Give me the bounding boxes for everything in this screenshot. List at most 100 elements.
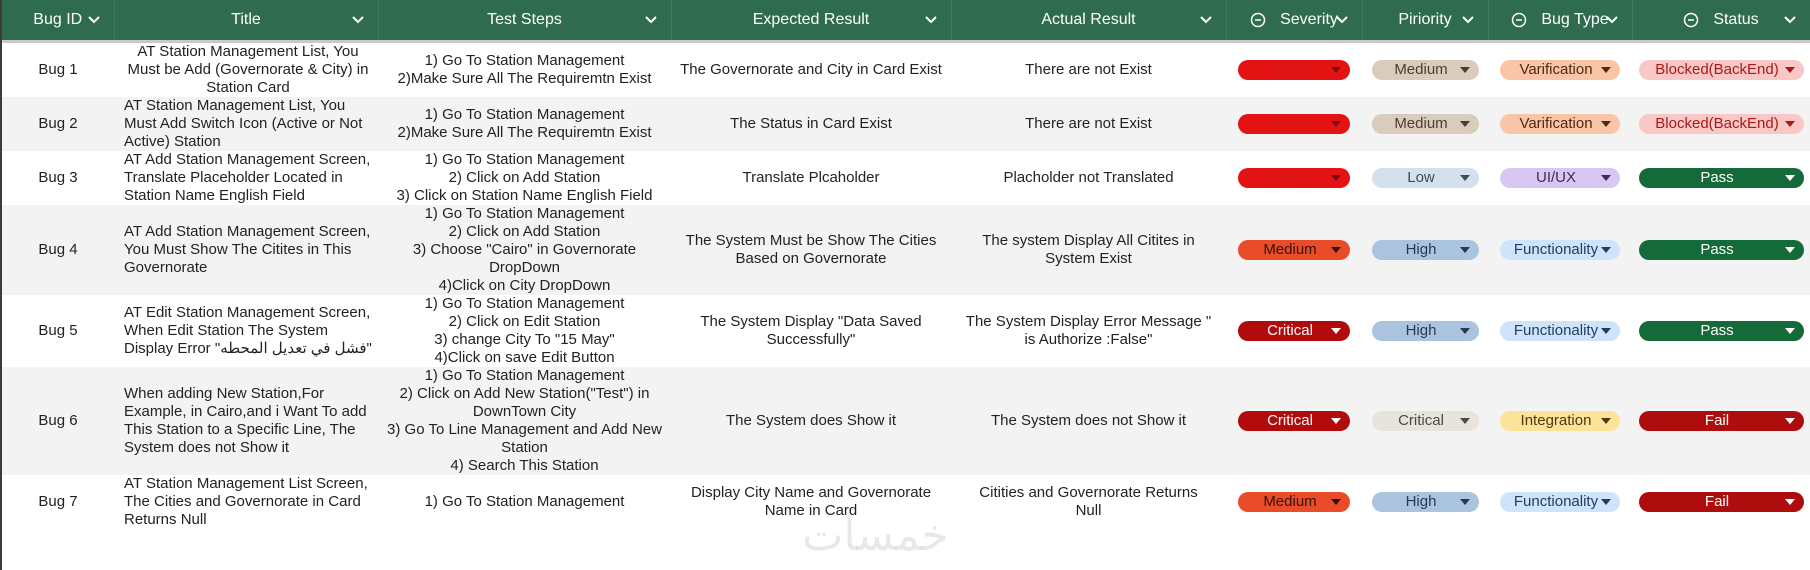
chevron-down-icon[interactable] bbox=[1460, 12, 1476, 28]
column-header-expected[interactable]: Expected Result bbox=[671, 0, 952, 42]
expected-result-cell[interactable]: The Status in Card Exist bbox=[671, 97, 951, 151]
column-header-bug-type[interactable]: Bug Type bbox=[1488, 0, 1633, 42]
actual-result-cell[interactable]: There are not Exist bbox=[951, 42, 1226, 98]
column-header-priority[interactable]: Piriority bbox=[1362, 0, 1489, 42]
status-dropdown[interactable]: Blocked(BackEnd) bbox=[1638, 114, 1804, 134]
status-dropdown[interactable]: Fail bbox=[1638, 411, 1804, 431]
actual-result-line: The System does not Show it bbox=[990, 412, 1187, 429]
expected-result-cell[interactable]: The System does Show it bbox=[671, 367, 951, 475]
severity-dropdown-label: Low bbox=[1276, 169, 1304, 186]
priority-cell: High bbox=[1362, 475, 1488, 529]
priority-dropdown[interactable]: Critical bbox=[1371, 411, 1479, 431]
bug-type-dropdown[interactable]: Varification bbox=[1500, 114, 1620, 134]
test-steps-cell[interactable]: 1) Go To Station Management 2) Click on A… bbox=[378, 151, 671, 205]
severity-dropdown[interactable]: Low bbox=[1238, 114, 1350, 134]
chevron-down-icon[interactable] bbox=[643, 12, 659, 28]
table-row: Bug 1 AT Station Management List, You Must… bbox=[2, 41, 1810, 98]
bug-type-dropdown[interactable]: Functionality bbox=[1500, 492, 1620, 512]
actual-result-line: is Authorize :False" bbox=[1024, 331, 1153, 348]
expected-result-cell[interactable]: Display City Name and Governorate Name in… bbox=[671, 475, 951, 529]
title-cell[interactable]: AT Edit Station Management Screen, When E… bbox=[114, 295, 378, 367]
severity-dropdown[interactable]: Low bbox=[1238, 168, 1350, 188]
expected-result-line: Successfully" bbox=[766, 331, 856, 348]
dropdown-arrow-icon bbox=[1459, 328, 1470, 334]
severity-dropdown[interactable]: Critical bbox=[1238, 411, 1350, 431]
actual-result-cell[interactable]: The system Display All Citites in System … bbox=[951, 205, 1226, 295]
filter-icon[interactable] bbox=[1250, 12, 1266, 28]
header-row: Bug ID Title Test Steps Expected Result Actu… bbox=[2, 0, 1810, 42]
actual-result-cell[interactable]: Citities and Governorate Returns Null bbox=[951, 475, 1226, 529]
column-header-bug-id[interactable]: Bug ID bbox=[2, 0, 115, 42]
title-cell[interactable]: When adding New Station,For Example, in C… bbox=[114, 367, 378, 475]
table-row: Bug 6 When adding New Station,For Example,… bbox=[2, 367, 1810, 475]
column-header-content: Piriority bbox=[1363, 0, 1488, 40]
bug-id-cell[interactable]: Bug 5 bbox=[2, 295, 114, 367]
bug-id-cell[interactable]: Bug 1 bbox=[2, 42, 114, 98]
expected-result-cell[interactable]: The System Display "Data Saved Successful… bbox=[671, 295, 951, 367]
column-header-status[interactable]: Status bbox=[1632, 0, 1810, 42]
bug-id-cell[interactable]: Bug 2 bbox=[2, 97, 114, 151]
expected-result-cell[interactable]: The Governorate and City in Card Exist bbox=[671, 42, 951, 98]
bug-type-dropdown[interactable]: Integration bbox=[1500, 411, 1620, 431]
test-steps-cell[interactable]: 1) Go To Station Management 2) Click on E… bbox=[378, 295, 671, 367]
title-line: AT Station Management List, You bbox=[124, 97, 346, 114]
bug-type-dropdown[interactable]: Functionality bbox=[1500, 240, 1620, 260]
chevron-down-icon[interactable] bbox=[1334, 12, 1350, 28]
status-dropdown[interactable]: Blocked(BackEnd) bbox=[1638, 60, 1804, 80]
title-cell[interactable]: AT Station Management List Screen, The Ci… bbox=[114, 475, 378, 529]
priority-dropdown[interactable]: Low bbox=[1371, 168, 1479, 188]
test-steps-cell[interactable]: 1) Go To Station Management 2)Make Sure A… bbox=[378, 97, 671, 151]
severity-dropdown[interactable]: Medium bbox=[1238, 240, 1350, 260]
chevron-down-icon[interactable] bbox=[923, 12, 939, 28]
status-dropdown[interactable]: Pass bbox=[1638, 168, 1804, 188]
priority-dropdown[interactable]: Medium bbox=[1371, 60, 1479, 80]
priority-dropdown[interactable]: High bbox=[1371, 492, 1479, 512]
status-dropdown[interactable]: Pass bbox=[1638, 321, 1804, 341]
bug-type-cell: Functionality bbox=[1488, 205, 1632, 295]
actual-result-cell[interactable]: Placholder not Translated bbox=[951, 151, 1226, 205]
bug-id-cell[interactable]: Bug 7 bbox=[2, 475, 114, 529]
title-cell[interactable]: AT Station Management List, You Must Add … bbox=[114, 97, 378, 151]
severity-dropdown[interactable]: Medium bbox=[1238, 492, 1350, 512]
status-dropdown[interactable]: Pass bbox=[1638, 240, 1804, 260]
expected-result-cell[interactable]: Translate Plcaholder bbox=[671, 151, 951, 205]
expected-result-line: The Governorate and City in Card Exist bbox=[680, 61, 942, 78]
bug-id-cell[interactable]: Bug 3 bbox=[2, 151, 114, 205]
chevron-down-icon[interactable] bbox=[1782, 12, 1798, 28]
expected-result-cell[interactable]: The System Must be Show The Cities Based … bbox=[671, 205, 951, 295]
priority-dropdown[interactable]: High bbox=[1371, 240, 1479, 260]
test-steps-cell[interactable]: 1) Go To Station Management bbox=[378, 475, 671, 529]
chevron-down-icon[interactable] bbox=[1198, 12, 1214, 28]
column-header-test-steps[interactable]: Test Steps bbox=[378, 0, 672, 42]
bug-type-dropdown[interactable]: UI/UX bbox=[1500, 168, 1620, 188]
title-cell[interactable]: AT Add Station Management Screen, You Mus… bbox=[114, 205, 378, 295]
chevron-down-icon[interactable] bbox=[86, 12, 102, 28]
title-cell[interactable]: AT Add Station Management Screen, Transla… bbox=[114, 151, 378, 205]
column-header-title[interactable]: Title bbox=[114, 0, 379, 42]
test-steps-cell[interactable]: 1) Go To Station Management 2) Click on A… bbox=[378, 367, 671, 475]
bug-id-cell[interactable]: Bug 4 bbox=[2, 205, 114, 295]
column-header-severity[interactable]: Severity bbox=[1226, 0, 1363, 42]
severity-dropdown[interactable]: Critical bbox=[1238, 321, 1350, 341]
filter-icon[interactable] bbox=[1511, 12, 1527, 28]
priority-dropdown[interactable]: Medium bbox=[1371, 114, 1479, 134]
priority-dropdown[interactable]: High bbox=[1371, 321, 1479, 341]
actual-result-cell[interactable]: The System does not Show it bbox=[951, 367, 1226, 475]
severity-dropdown[interactable]: Low bbox=[1238, 60, 1350, 80]
column-header-actual[interactable]: Actual Result bbox=[951, 0, 1227, 42]
filter-icon[interactable] bbox=[1683, 12, 1699, 28]
chevron-down-icon[interactable] bbox=[350, 12, 366, 28]
title-line: Active) Station bbox=[124, 133, 221, 150]
title-cell[interactable]: AT Station Management List, You Must be A… bbox=[114, 42, 378, 98]
column-header-label: Title bbox=[231, 11, 261, 28]
chevron-down-icon[interactable] bbox=[1604, 12, 1620, 28]
status-dropdown[interactable]: Fail bbox=[1638, 492, 1804, 512]
bug-type-dropdown[interactable]: Varification bbox=[1500, 60, 1620, 80]
priority-dropdown-label: Low bbox=[1407, 169, 1435, 186]
test-steps-cell[interactable]: 1) Go To Station Management 2) Click on A… bbox=[378, 205, 671, 295]
actual-result-cell[interactable]: The System Display Error Message " is Aut… bbox=[951, 295, 1226, 367]
bug-id-cell[interactable]: Bug 6 bbox=[2, 367, 114, 475]
test-steps-cell[interactable]: 1) Go To Station Management 2)Make Sure A… bbox=[378, 42, 671, 98]
bug-type-dropdown[interactable]: Functionality bbox=[1500, 321, 1620, 341]
actual-result-cell[interactable]: There are not Exist bbox=[951, 97, 1226, 151]
